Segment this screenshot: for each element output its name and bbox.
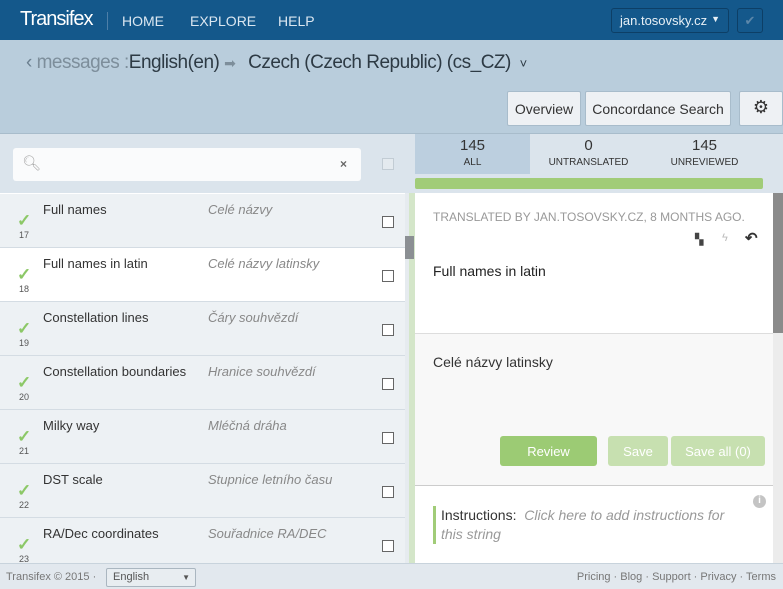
source-text: Full names in latin [43,256,148,271]
language-value: English [113,571,150,583]
stat-count: 0 [584,137,593,154]
username: jan.tosovsky.cz [620,13,708,28]
privacy-link[interactable]: Privacy [700,571,736,583]
language-select[interactable]: English ▼ [106,568,196,587]
source-text: Constellation boundaries [43,364,187,379]
string-row[interactable]: ✓ 19 Constellation lines Čáry souhvězdí [0,302,405,356]
check-icon: ✓ [17,481,32,500]
source-text: Milky way [43,418,100,433]
copyright: Transifex © 2015 · [6,571,97,583]
translation-text: Souřadnice RA/DEC [208,526,327,541]
translation-meta: TRANSLATED BY JAN.TOSOVSKY.CZ, 8 MONTHS … [433,210,745,224]
translation-text: Čáry souhvězdí [208,310,299,325]
clear-search-icon[interactable]: × [340,157,347,171]
string-number: 21 [19,446,30,456]
pricing-link[interactable]: Pricing [577,571,611,583]
string-row[interactable]: ✓ 18 Full names in latin Celé názvy lati… [0,248,405,302]
footer: Transifex © 2015 · English ▼ Pricing · Bl… [0,563,783,589]
caret-down-icon: ▼ [711,14,720,24]
string-number: 22 [19,500,30,510]
string-row[interactable]: ✓ 20 Constellation boundaries Hranice so… [0,356,405,410]
checkmark-button[interactable]: ✔ [737,8,763,33]
blog-link[interactable]: Blog [620,571,642,583]
search-icon: 🔍︎ [22,155,42,172]
stat-unreviewed[interactable]: 145 UNREVIEWED [647,134,762,174]
row-checkbox[interactable] [382,270,394,282]
nav-explore[interactable]: EXPLORE [190,13,256,29]
stat-label: UNTRANSLATED [548,157,629,168]
check-icon: ✓ [17,373,32,392]
lightning-icon[interactable]: ϟ [722,232,728,244]
transifex-logo[interactable]: Transifex [20,8,94,31]
target-language[interactable]: Czech (Czech Republic) (cs_CZ) [248,52,511,73]
stat-label: UNREVIEWED [670,157,739,168]
row-checkbox[interactable] [382,216,394,228]
source-text: RA/Dec coordinates [43,526,159,541]
string-row[interactable]: ✓ 21 Milky way Mléčná dráha [0,410,405,464]
arrow-right-icon: ➡ [224,55,236,71]
divider [107,12,108,30]
search-input[interactable]: 🔍︎ × [13,148,361,181]
instructions-label: Instructions: [441,507,517,523]
select-all-checkbox[interactable] [382,158,394,170]
overview-button[interactable]: Overview [507,91,581,126]
check-icon: ✓ [17,427,32,446]
save-button[interactable]: Save [608,436,668,466]
translation-text: Stupnice letního času [208,472,333,487]
undo-icon[interactable]: ↶ [745,229,758,247]
translation-text: Hranice souhvězdí [208,364,316,379]
stat-all[interactable]: 145 ALL [415,134,530,174]
footer-links: Pricing · Blog · Support · Privacy · Ter… [576,571,776,583]
support-link[interactable]: Support [652,571,691,583]
translation-text: Celé názvy [208,202,273,217]
editor-scrollbar-thumb[interactable] [773,193,783,333]
concordance-search-button[interactable]: Concordance Search [585,91,731,126]
save-all-button[interactable]: Save all (0) [671,436,765,466]
check-icon: ✓ [17,265,32,284]
nav-help[interactable]: HELP [278,13,315,29]
resource-name[interactable]: messages : [37,52,130,73]
check-icon: ✓ [17,211,32,230]
string-row[interactable]: ✓ 17 Full names Celé názvy [0,194,405,248]
nav-home[interactable]: HOME [122,13,164,29]
string-number: 18 [19,284,30,294]
string-row[interactable]: ✓ 22 DST scale Stupnice letního času [0,464,405,518]
terms-link[interactable]: Terms [746,571,776,583]
settings-gear-icon[interactable]: ⚙ [739,91,783,126]
check-icon: ✓ [17,535,32,554]
translation-text[interactable]: Celé názvy latinsky [433,354,553,370]
source-text: DST scale [43,472,103,487]
source-text: Constellation lines [43,310,149,325]
row-checkbox[interactable] [382,540,394,552]
copy-source-icon[interactable]: ▚ [695,233,703,246]
review-button[interactable]: Review [500,436,597,466]
stat-untranslated[interactable]: 0 UNTRANSLATED [531,134,646,174]
stat-label: ALL [463,157,482,168]
stat-count: 145 [459,137,486,154]
string-number: 17 [19,230,30,240]
check-icon: ✓ [17,319,32,338]
row-checkbox[interactable] [382,324,394,336]
string-number: 20 [19,392,30,402]
stat-count: 145 [691,137,718,154]
row-checkbox[interactable] [382,378,394,390]
caret-down-icon: ▼ [182,573,190,582]
row-checkbox[interactable] [382,486,394,498]
source-text: Full names [43,202,107,217]
info-icon[interactable]: i [753,495,766,508]
translation-text: Celé názvy latinsky [208,256,320,271]
instructions[interactable]: Instructions: Click here to add instruct… [433,506,733,544]
back-icon[interactable]: ‹ [26,52,32,73]
string-number: 19 [19,338,30,348]
source-language: English(en) [128,52,220,73]
chevron-down-icon[interactable]: ˅ [520,56,528,71]
translation-text: Mléčná dráha [208,418,287,433]
progress-bar [415,178,763,189]
breadcrumb: ‹ messages :English(en) ➡ Czech (Czech R… [26,52,527,74]
user-menu[interactable]: jan.tosovsky.cz ▼ [611,8,729,33]
row-checkbox[interactable] [382,432,394,444]
list-scrollbar-thumb[interactable] [405,236,414,259]
source-string: Full names in latin [433,263,546,279]
